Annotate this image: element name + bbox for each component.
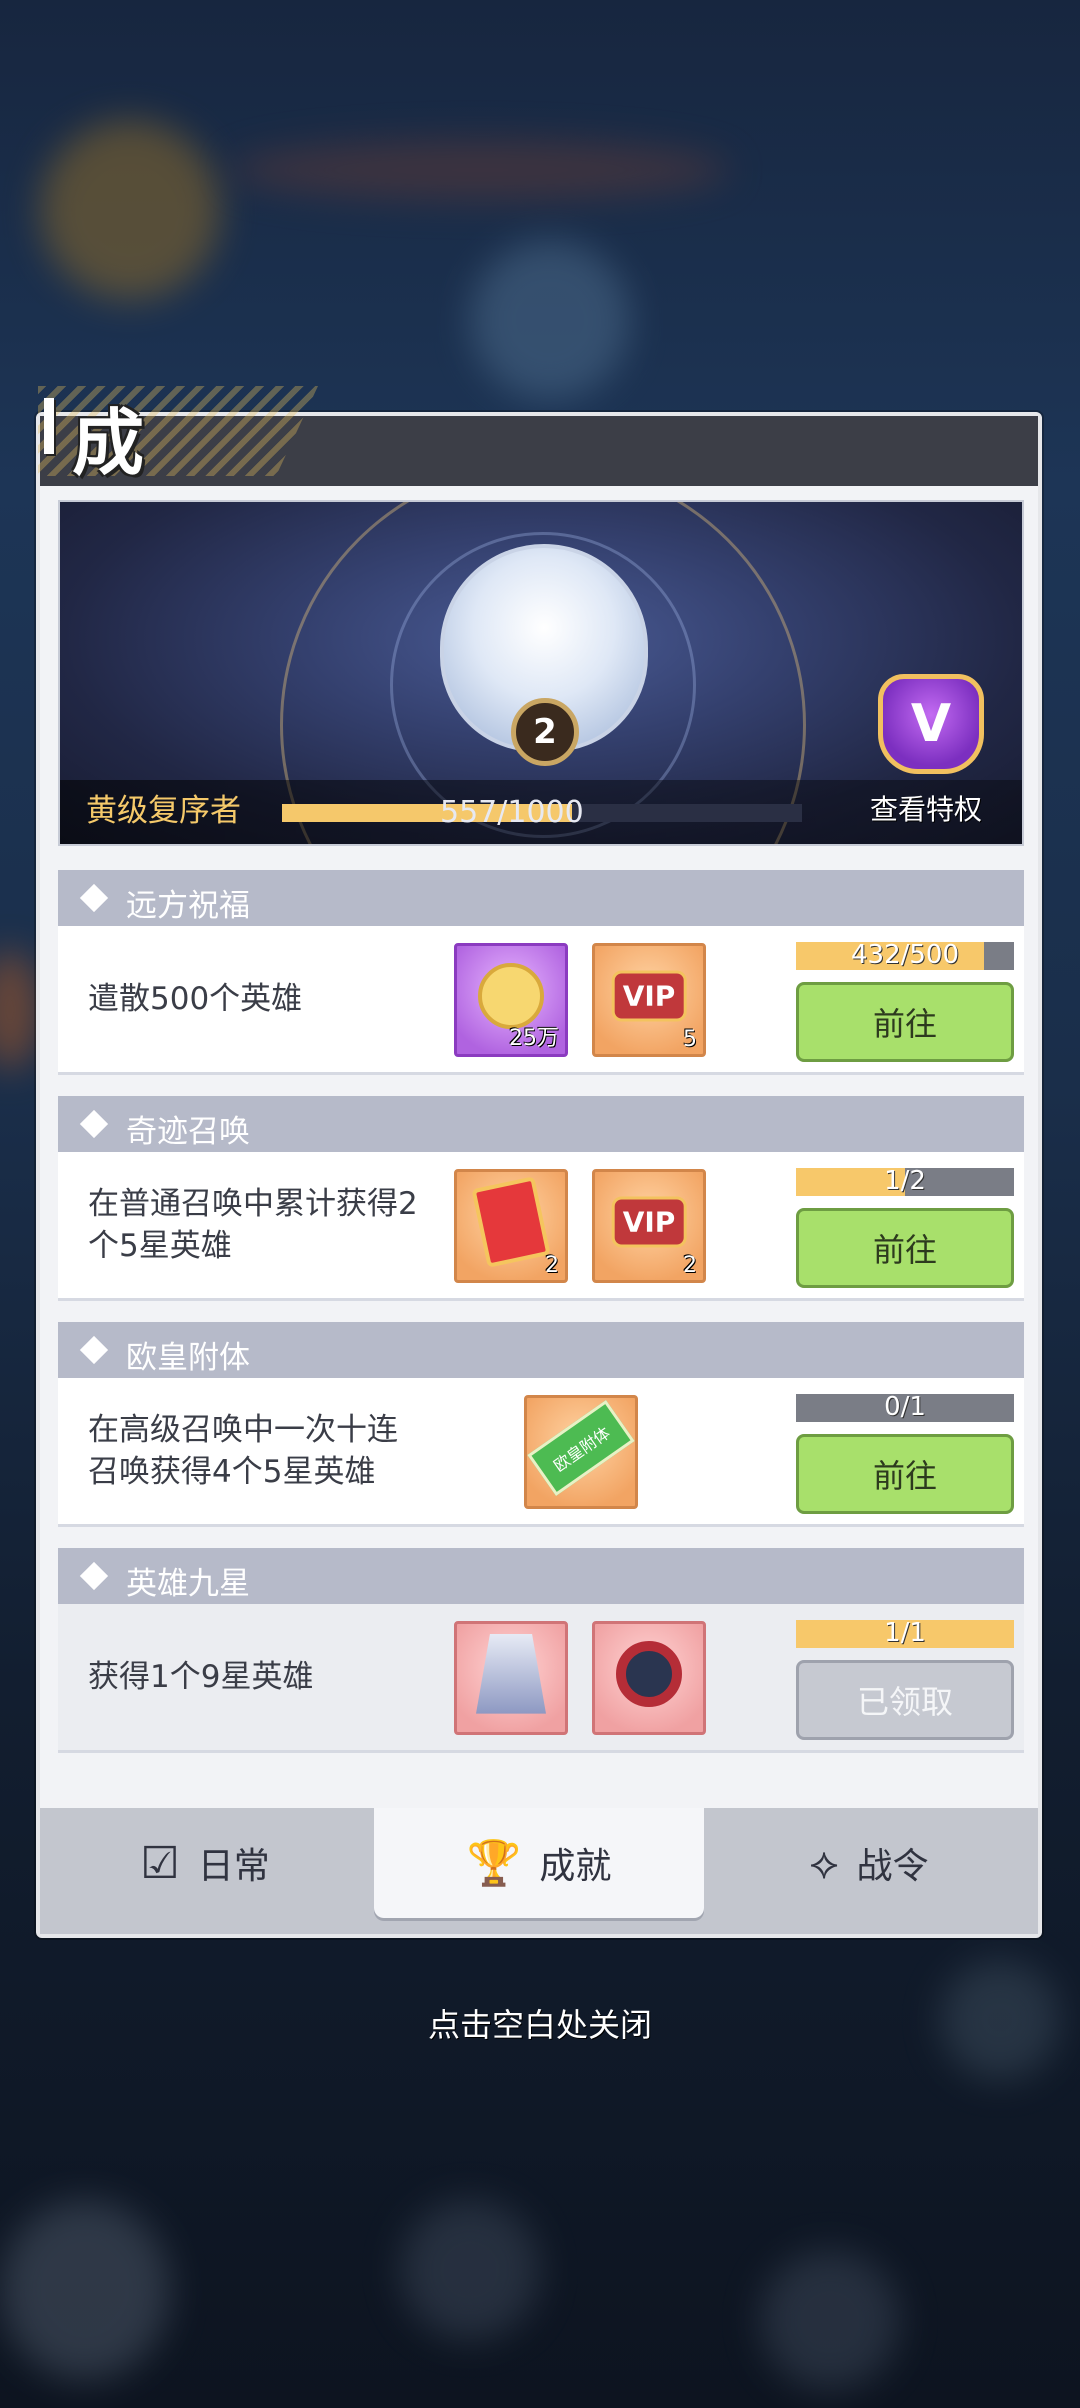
task-progress-text: 432/500: [850, 940, 959, 970]
go-button[interactable]: 前往: [796, 982, 1014, 1062]
privilege-v-icon[interactable]: V: [878, 674, 984, 774]
cape-costume-icon: [476, 1633, 546, 1714]
task-progress-bar: 432/500: [796, 940, 1014, 970]
task-progress-text: 1/2: [884, 1166, 926, 1196]
achievement-header: 英雄九星: [58, 1548, 1024, 1604]
reward-slot[interactable]: VIP 2: [592, 1169, 706, 1283]
task-description: 在普通召唤中累计获得2个5星英雄: [88, 1186, 418, 1264]
task-progress-text: 1/1: [884, 1618, 926, 1648]
tab-daily[interactable]: ☑ 日常: [40, 1808, 370, 1918]
claimed-button[interactable]: 已领取: [796, 1660, 1014, 1740]
diamond-bullet-icon: [79, 1335, 109, 1365]
achievement-card: 奇迹召唤 在普通召唤中累计获得2个5星英雄 2 VIP 2 1/2 前往: [58, 1096, 1024, 1301]
rank-banner: 2 黄级复序者 557/1000 V 查看特权: [58, 500, 1024, 846]
achievement-header: 远方祝福: [58, 870, 1024, 926]
reward-quantity: 5: [683, 1027, 697, 1052]
achievement-name: 英雄九星: [126, 1566, 250, 1602]
achievement-body: 在高级召唤中一次十连召唤获得4个5星英雄 欧皇附体 0/1 前往: [58, 1378, 1024, 1527]
diamond-bullet-icon: [79, 1109, 109, 1139]
checklist-icon: ☑: [140, 1837, 180, 1889]
summon-card-icon: [471, 1175, 551, 1268]
title-accent-bar: [44, 398, 54, 454]
task-progress-bar: 1/1: [796, 1618, 1014, 1648]
achievement-header: 奇迹召唤: [58, 1096, 1024, 1152]
achievement-body: 遣散500个英雄 25万 VIP 5 432/500 前往: [58, 926, 1024, 1075]
task-progress-bar: 0/1: [796, 1392, 1014, 1422]
tab-label: 日常: [197, 1846, 270, 1887]
title-ticket-icon: 欧皇附体: [527, 1399, 635, 1496]
achievement-name: 远方祝福: [126, 888, 250, 924]
trophy-icon: 🏆: [466, 1838, 522, 1889]
view-privilege-button[interactable]: 查看特权: [870, 788, 982, 828]
tab-label: 战令: [856, 1846, 929, 1887]
achievement-header: 欧皇附体: [58, 1322, 1024, 1378]
achievement-body: 在普通召唤中累计获得2个5星英雄 2 VIP 2 1/2 前往: [58, 1152, 1024, 1301]
achievement-card: 远方祝福 遣散500个英雄 25万 VIP 5 432/500 前往: [58, 870, 1024, 1075]
reward-quantity: 25万: [509, 1026, 559, 1051]
achievement-panel: 成就 2 黄级复序者 557/1000 V 查看特权 远方祝福 遣散500个英雄…: [36, 386, 1042, 1938]
task-description: 获得1个9星英雄: [88, 1659, 314, 1695]
achievement-name: 欧皇附体: [126, 1340, 250, 1376]
rank-level-badge: 2: [511, 698, 579, 766]
go-button[interactable]: 前往: [796, 1434, 1014, 1514]
reward-quantity: 2: [683, 1253, 697, 1278]
xp-progress-text: 557/1000: [440, 795, 584, 830]
achievement-card: 英雄九星 获得1个9星英雄 1/1 已领取: [58, 1548, 1024, 1753]
task-description: 在高级召唤中一次十连召唤获得4个5星英雄: [88, 1412, 398, 1490]
task-progress-bar: 1/2: [796, 1166, 1014, 1196]
diamond-bullet-icon: [79, 1561, 109, 1591]
gold-coin-icon: [478, 962, 544, 1029]
vip-badge-icon: VIP: [611, 970, 687, 1022]
reward-quantity: 2: [545, 1253, 559, 1278]
tab-label: 成就: [539, 1846, 612, 1887]
reward-slot[interactable]: [454, 1621, 568, 1735]
close-hint[interactable]: 点击空白处关闭: [0, 2000, 1080, 2046]
diamond-bullet-icon: [79, 883, 109, 913]
battle-pass-icon: ⟡: [809, 1837, 839, 1889]
ticket-label: 欧皇附体: [527, 1399, 635, 1496]
go-button[interactable]: 前往: [796, 1208, 1014, 1288]
vip-badge-icon: VIP: [611, 1196, 687, 1248]
tab-achievement[interactable]: 🏆 成就: [374, 1808, 704, 1918]
achievement-card: 欧皇附体 在高级召唤中一次十连召唤获得4个5星英雄 欧皇附体 0/1 前往: [58, 1322, 1024, 1527]
ring-accessory-icon: [616, 1640, 682, 1707]
reward-slot[interactable]: 欧皇附体: [524, 1395, 638, 1509]
task-progress-text: 0/1: [884, 1392, 926, 1422]
reward-slot[interactable]: [592, 1621, 706, 1735]
reward-slot[interactable]: 2: [454, 1169, 568, 1283]
tab-battle-pass[interactable]: ⟡ 战令: [704, 1808, 1034, 1918]
tab-bar: ☑ 日常 🏆 成就 ⟡ 战令: [40, 1808, 1038, 1934]
rank-name: 黄级复序者: [86, 793, 241, 829]
task-description: 遣散500个英雄: [88, 981, 303, 1017]
achievement-body: 获得1个9星英雄 1/1 已领取: [58, 1604, 1024, 1753]
reward-slot[interactable]: 25万: [454, 943, 568, 1057]
achievement-name: 奇迹召唤: [126, 1114, 250, 1150]
reward-slot[interactable]: VIP 5: [592, 943, 706, 1057]
